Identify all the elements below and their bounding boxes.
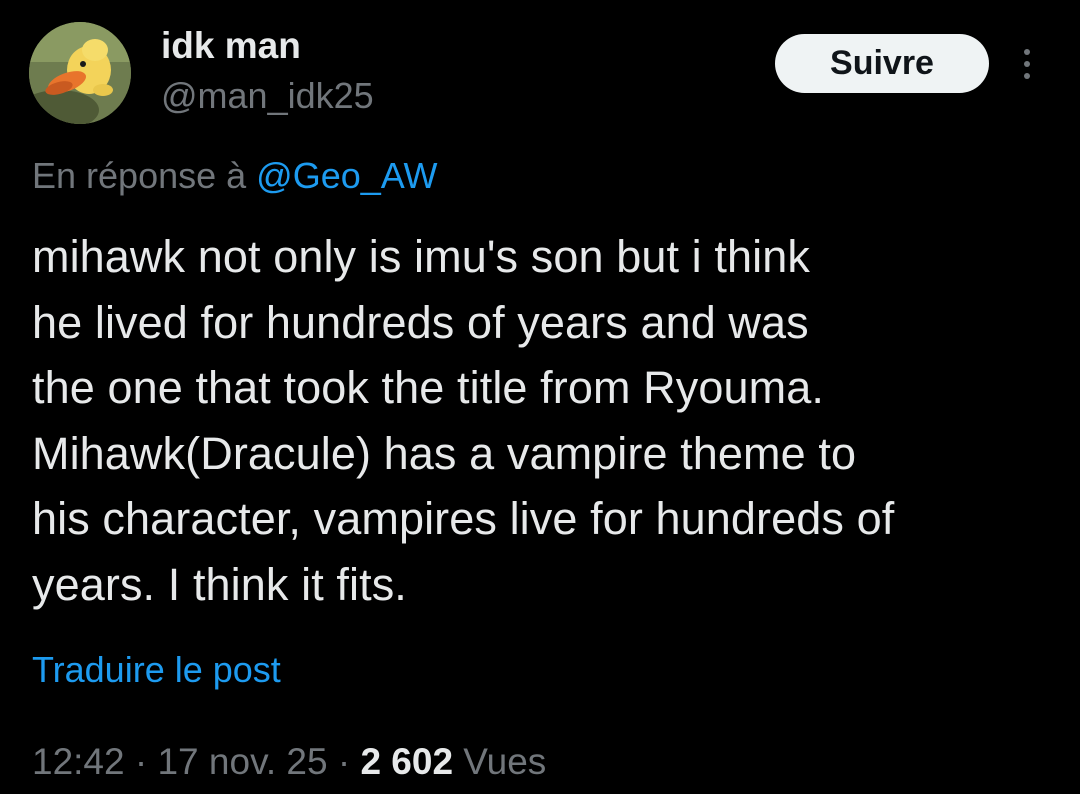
- post-text-line: he lived for hundreds of years and was: [32, 296, 809, 348]
- post-time[interactable]: 12:42: [32, 741, 125, 782]
- post-meta: 12:42 · 17 nov. 25 · 2 602 Vues: [32, 739, 546, 785]
- reply-prefix: En réponse à: [32, 155, 257, 196]
- follow-button[interactable]: Suivre: [775, 34, 989, 93]
- author-display-name[interactable]: idk man: [161, 24, 301, 68]
- more-dot: [1024, 73, 1030, 79]
- reply-context: En réponse à @Geo_AW: [32, 154, 437, 198]
- more-vertical-icon[interactable]: [1012, 40, 1042, 88]
- post-text-line: the one that took the title from Ryouma.: [32, 362, 824, 413]
- post-text: mihawk not only is imu's son but i think…: [32, 224, 1062, 617]
- more-dot: [1024, 61, 1030, 67]
- meta-separator: ·: [327, 741, 361, 782]
- duck-avatar-icon: [29, 22, 131, 124]
- post-text-line: mihawk not only is imu's son but i think: [32, 231, 810, 282]
- author-handle[interactable]: @man_idk25: [161, 75, 374, 117]
- views-count: 2 602: [360, 741, 454, 782]
- post-text-line: years. I think it fits.: [32, 558, 407, 610]
- translate-post-link[interactable]: Traduire le post: [32, 648, 281, 692]
- avatar[interactable]: [29, 22, 131, 124]
- post-detail: idk man @man_idk25 Suivre En réponse à @…: [0, 0, 1080, 794]
- post-date[interactable]: 17 nov. 25: [157, 741, 327, 782]
- more-dot: [1024, 49, 1030, 55]
- views-label: Vues: [453, 741, 547, 782]
- post-text-line: his character, vampires live for hundred…: [32, 493, 895, 544]
- meta-separator: ·: [124, 741, 158, 782]
- post-text-line: Mihawk(Dracule) has a vampire theme to: [32, 427, 857, 479]
- reply-mention-link[interactable]: @Geo_AW: [256, 155, 437, 196]
